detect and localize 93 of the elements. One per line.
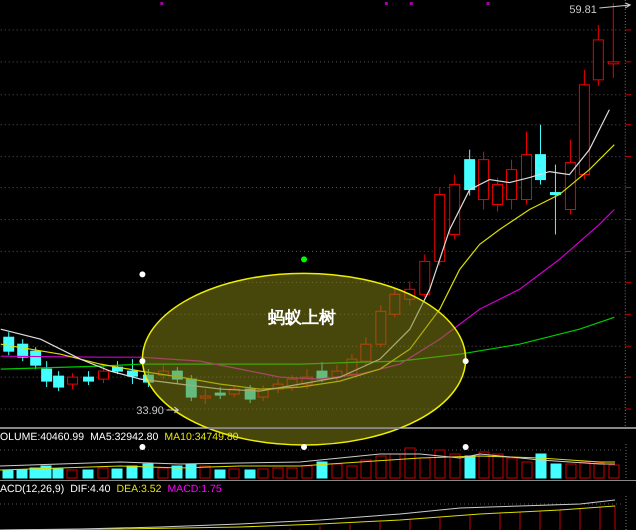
volume-bar xyxy=(332,464,342,478)
candlestick xyxy=(389,286,400,318)
candlestick xyxy=(142,368,154,388)
volume-bar xyxy=(580,462,590,478)
candlestick xyxy=(375,304,386,348)
volume-bar xyxy=(376,456,386,478)
volume-bar xyxy=(98,468,108,478)
candlestick xyxy=(535,124,546,186)
volume-bar xyxy=(478,452,490,478)
candlestick xyxy=(186,374,197,402)
candlestick xyxy=(228,384,240,398)
candlestick xyxy=(346,354,358,378)
volume-bar xyxy=(550,464,562,478)
candlestick xyxy=(172,366,183,384)
volume-bar xyxy=(244,470,256,478)
candlestick xyxy=(550,164,561,235)
candlestick xyxy=(302,368,313,390)
volume-indicator-value: MA5:32942.80 xyxy=(90,430,158,442)
annotation-label: 蚂蚁上树 xyxy=(268,307,336,328)
volume-bar xyxy=(536,454,546,478)
macd-indicator-value: DEA:3.52 xyxy=(116,482,162,494)
volume-bar xyxy=(492,454,504,478)
volume-bar xyxy=(316,462,328,478)
candlestick xyxy=(419,254,430,298)
low-price-label: 33.90 xyxy=(136,405,164,418)
candlestick xyxy=(3,332,14,356)
volume-bar xyxy=(594,462,604,478)
volume-bar xyxy=(420,458,430,478)
volume-bar xyxy=(142,464,154,478)
candlestick xyxy=(464,149,476,196)
volume-bar xyxy=(2,470,14,478)
volume-bar xyxy=(272,468,284,478)
macd-indicator-value: DIF:4.40 xyxy=(70,482,110,494)
macd-indicator-value: MACD:1.75 xyxy=(167,482,222,494)
candlestick xyxy=(112,360,123,375)
volume-bar xyxy=(360,460,372,478)
volume-bar xyxy=(450,454,460,478)
candlestick xyxy=(404,280,416,306)
volume-bar xyxy=(390,454,400,478)
arrow-icon xyxy=(166,406,180,414)
candlestick xyxy=(492,177,504,212)
candlestick xyxy=(158,364,169,380)
candlestick xyxy=(30,346,42,370)
volume-bar xyxy=(302,466,312,478)
candlestick xyxy=(53,370,64,392)
candlestick xyxy=(506,159,518,210)
volume-bar xyxy=(158,468,168,478)
candlestick xyxy=(449,174,460,240)
volume-bar xyxy=(16,470,28,478)
volume-bar xyxy=(112,468,122,478)
volume-bar xyxy=(434,450,446,478)
arrow-icon xyxy=(598,2,632,8)
volume-indicator-value: MA10:34749.80 xyxy=(164,430,239,442)
high-price-label: 59.81 xyxy=(569,4,597,16)
volume-bar xyxy=(522,462,532,478)
candlestick xyxy=(592,24,604,86)
candlestick xyxy=(67,372,78,390)
volume-bar xyxy=(608,464,620,478)
candlestick xyxy=(214,386,226,400)
volume-bar xyxy=(228,468,240,478)
candlestick xyxy=(244,384,256,404)
volume-bar xyxy=(40,466,52,478)
volume-bar xyxy=(172,466,182,478)
candlestick xyxy=(331,364,342,382)
rotate-handle[interactable] xyxy=(301,256,308,262)
volume-bar xyxy=(286,468,298,478)
volume-bar xyxy=(30,468,40,478)
volume-bar xyxy=(258,468,268,478)
candlestick xyxy=(272,378,284,394)
volume-bar xyxy=(82,470,94,478)
volume-bar xyxy=(506,458,518,478)
candlestick xyxy=(126,358,138,385)
volume-bar xyxy=(200,466,210,478)
volume-bar xyxy=(404,448,416,478)
candlestick xyxy=(360,336,372,366)
volume-bar xyxy=(464,456,476,478)
volume-indicator-value: OLUME:40460.99 xyxy=(0,430,84,442)
candlestick xyxy=(258,384,269,402)
candlestick xyxy=(316,362,328,383)
candlestick xyxy=(98,364,109,384)
candlestick xyxy=(200,388,211,405)
volume-bar xyxy=(52,468,64,478)
volume-bar xyxy=(346,466,358,478)
candlestick xyxy=(286,374,298,392)
candlestick xyxy=(41,360,52,388)
volume-bar xyxy=(214,470,226,478)
volume-bar xyxy=(66,470,78,478)
volume-bar xyxy=(566,464,576,478)
macd-indicator-value: ACD(12,26,9) xyxy=(0,482,64,494)
candlestick xyxy=(83,370,94,386)
candlestick xyxy=(478,151,490,210)
candlestick xyxy=(17,338,28,362)
volume-bar xyxy=(126,466,138,478)
